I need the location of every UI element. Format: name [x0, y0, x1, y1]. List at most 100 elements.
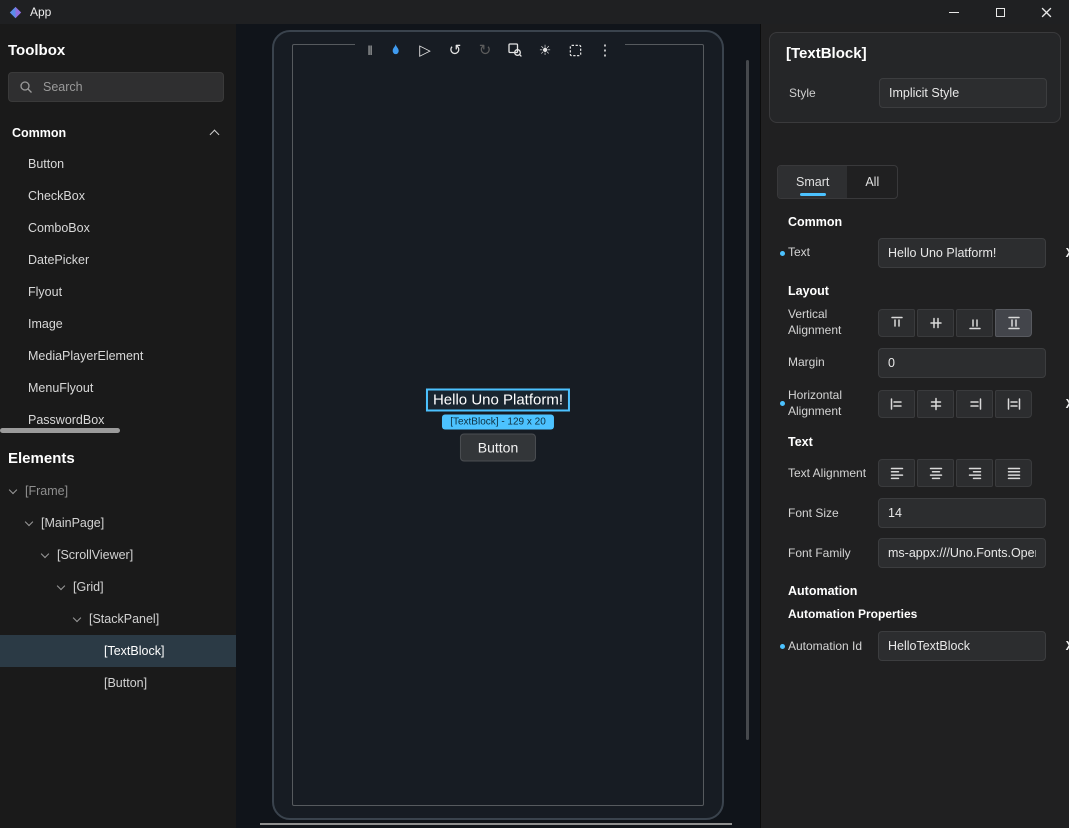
search-input[interactable]	[8, 72, 224, 102]
halign-stretch-button[interactable]	[995, 390, 1032, 418]
selected-element-header-card: [TextBlock] Style	[769, 32, 1061, 123]
horizontal-alignment-options	[878, 390, 1032, 418]
toolbox-item-datepicker[interactable]: DatePicker	[0, 244, 236, 276]
toolbox-item-mediaplayerelement[interactable]: MediaPlayerElement	[0, 340, 236, 372]
margin-input[interactable]	[878, 348, 1046, 378]
valign-bottom-icon	[967, 315, 983, 331]
property-row-horizontal-alignment: Horizontal Alignment	[761, 388, 1069, 419]
chevron-down-icon[interactable]	[41, 549, 49, 557]
toolbox-item-flyout[interactable]: Flyout	[0, 276, 236, 308]
tree-item-stackpanel[interactable]: [StackPanel]	[0, 603, 236, 635]
halign-left-button[interactable]	[878, 390, 915, 418]
text-align-right-button[interactable]	[956, 459, 993, 487]
text-alignment-label: Text Alignment	[788, 466, 878, 482]
text-align-center-button[interactable]	[917, 459, 954, 487]
section-layout: Layout	[788, 284, 1069, 298]
valign-bottom-button[interactable]	[956, 309, 993, 337]
selected-element-name: [TextBlock]	[786, 45, 1044, 62]
toolbox-item-combobox[interactable]: ComboBox	[0, 212, 236, 244]
halign-center-button[interactable]	[917, 390, 954, 418]
horizontal-alignment-label: Horizontal Alignment	[788, 388, 878, 419]
section-automation: Automation	[788, 584, 1069, 598]
close-button[interactable]	[1023, 0, 1069, 24]
canvas-vertical-scrollbar[interactable]	[746, 60, 749, 740]
style-label: Style	[789, 86, 879, 100]
undo-button[interactable]: ↺	[443, 38, 467, 62]
tree-item-scrollviewer[interactable]: [ScrollViewer]	[0, 539, 236, 571]
text-align-left-button[interactable]	[878, 459, 915, 487]
tree-item-mainpage[interactable]: [MainPage]	[0, 507, 236, 539]
font-family-label: Font Family	[788, 546, 878, 562]
clipped-action-icon[interactable]	[1066, 397, 1069, 411]
toolbox-item-image[interactable]: Image	[0, 308, 236, 340]
element-picker-button[interactable]	[503, 38, 527, 62]
play-button[interactable]: ▷	[413, 38, 437, 62]
tree-item-button[interactable]: [Button]	[0, 667, 236, 699]
automation-id-input[interactable]	[878, 631, 1046, 661]
app-title: App	[30, 5, 51, 19]
halign-center-icon	[928, 396, 944, 412]
valign-stretch-icon	[1006, 315, 1022, 331]
toolbox-item-checkbox[interactable]: CheckBox	[0, 180, 236, 212]
selected-element-cluster: Hello Uno Platform! [TextBlock] - 129 x …	[426, 389, 570, 462]
valign-center-button[interactable]	[917, 309, 954, 337]
style-input[interactable]	[879, 78, 1047, 108]
frame-outline-button[interactable]	[563, 38, 587, 62]
app-logo-icon	[9, 6, 22, 19]
toolbox-scrollbar-thumb[interactable]	[0, 428, 120, 433]
text-align-justify-button[interactable]	[995, 459, 1032, 487]
elements-tree: [Frame] [MainPage] [ScrollViewer] [Grid]…	[0, 475, 236, 699]
toolbox-section-common[interactable]: Common	[0, 118, 236, 148]
text-property-input[interactable]	[878, 238, 1046, 268]
toolbox-item-button[interactable]: Button	[0, 148, 236, 180]
chevron-down-icon[interactable]	[73, 613, 81, 621]
section-automation-properties: Automation Properties	[788, 607, 1069, 621]
valign-top-button[interactable]	[878, 309, 915, 337]
text-align-justify-icon	[1006, 465, 1022, 481]
halign-right-icon	[967, 396, 983, 412]
minimize-icon	[949, 12, 959, 13]
halign-right-button[interactable]	[956, 390, 993, 418]
font-family-input[interactable]	[878, 538, 1046, 568]
search-icon	[19, 80, 33, 97]
property-row-automation-id: Automation Id	[761, 631, 1069, 661]
chevron-down-icon[interactable]	[57, 581, 65, 589]
font-size-input[interactable]	[878, 498, 1046, 528]
canvas-button[interactable]: Button	[460, 434, 536, 462]
toolbox-item-menuflyout[interactable]: MenuFlyout	[0, 372, 236, 404]
text-align-left-icon	[889, 465, 905, 481]
toolbox-title: Toolbox	[8, 42, 236, 59]
text-alignment-options	[878, 459, 1032, 487]
left-sidebar: Toolbox Common Button CheckBox ComboBox …	[0, 24, 236, 828]
tree-item-grid[interactable]: [Grid]	[0, 571, 236, 603]
property-row-text: Text	[761, 238, 1069, 268]
hot-reload-flame-icon[interactable]	[383, 38, 407, 62]
vertical-alignment-options	[878, 309, 1032, 337]
tree-item-textblock-selected[interactable]: [TextBlock]	[0, 635, 236, 667]
canvas-horizontal-scrollbar[interactable]	[260, 823, 732, 825]
tab-all[interactable]: All	[847, 166, 897, 198]
selection-size-badge: [TextBlock] - 129 x 20	[442, 415, 554, 430]
toolbar-drag-handle[interactable]: ‖	[363, 38, 377, 62]
redo-button[interactable]: ↻	[473, 38, 497, 62]
canvas-textblock[interactable]: Hello Uno Platform!	[426, 389, 570, 412]
margin-label: Margin	[788, 355, 878, 371]
theme-toggle-button[interactable]: ☀	[533, 38, 557, 62]
minimize-button[interactable]	[931, 0, 977, 24]
tab-smart[interactable]: Smart	[778, 166, 847, 198]
chevron-up-icon	[210, 130, 220, 140]
section-label: Common	[12, 126, 66, 140]
clipped-action-icon[interactable]	[1066, 246, 1069, 260]
elements-title: Elements	[8, 450, 236, 467]
clipped-action-icon[interactable]	[1066, 639, 1069, 653]
value-set-indicator	[780, 251, 785, 256]
device-frame: ‖ ▷ ↺ ↻ ☀	[272, 30, 724, 820]
more-options-button[interactable]: ⋮	[593, 38, 617, 62]
property-row-vertical-alignment: Vertical Alignment	[761, 307, 1069, 338]
chevron-down-icon[interactable]	[9, 485, 17, 493]
tree-item-frame[interactable]: [Frame]	[0, 475, 236, 507]
valign-stretch-button[interactable]	[995, 309, 1032, 337]
chevron-down-icon[interactable]	[25, 517, 33, 525]
hot-design-toolbar: ‖ ▷ ↺ ↻ ☀	[355, 36, 625, 64]
maximize-button[interactable]	[977, 0, 1023, 24]
